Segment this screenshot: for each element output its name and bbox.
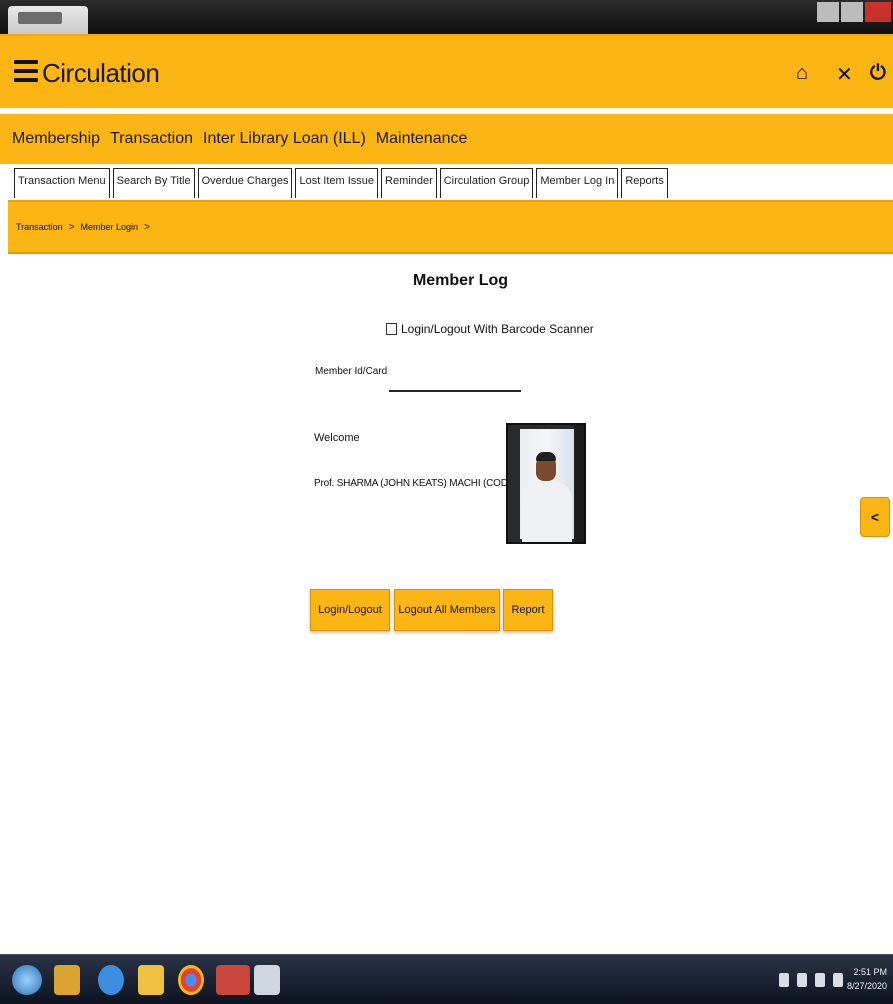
start-icon[interactable] (12, 965, 42, 995)
breadcrumb-separator: > (144, 221, 150, 233)
app-header: Circulation ⌂ ✕ ⏻ (0, 34, 893, 108)
close-icon[interactable]: ✕ (836, 62, 853, 87)
logout-all-members-button[interactable]: Logout All Members (394, 589, 500, 631)
welcome-label: Welcome (314, 432, 360, 444)
browser-title-bar (0, 0, 893, 34)
logout-button[interactable]: Login/Logout (310, 589, 390, 631)
home-icon[interactable]: ⌂ (796, 62, 808, 85)
side-panel-toggle[interactable]: < (860, 497, 890, 537)
page-title: Member Log (412, 272, 509, 289)
breadcrumb-separator: > (68, 221, 75, 233)
app-icon[interactable] (216, 965, 250, 995)
internet-explorer-icon[interactable] (98, 965, 124, 995)
explorer-icon[interactable] (54, 965, 80, 995)
nav-transaction[interactable]: Transaction (110, 130, 193, 148)
app-icon[interactable] (254, 965, 280, 995)
nav-maintenance[interactable]: Maintenance (376, 130, 468, 148)
maximize-icon[interactable] (841, 2, 863, 22)
nav-inter-library-loan[interactable]: Inter Library Loan (ILL) (203, 130, 366, 148)
flag-icon[interactable] (797, 973, 807, 987)
breadcrumb: Transaction > Member Login > (8, 200, 893, 254)
barcode-scanner-checkbox[interactable] (386, 323, 397, 335)
tab-circulation-group[interactable]: Circulation Group (439, 168, 534, 198)
clock-date: 8/27/2020 (846, 981, 887, 991)
menu-icon[interactable] (14, 60, 38, 82)
window-close-icon[interactable] (865, 2, 891, 22)
tab-transaction-menu[interactable]: Transaction Menu (14, 168, 110, 198)
tab-reports[interactable]: Reports (621, 168, 668, 198)
clock[interactable]: 2:51 PM 8/27/2020 (847, 965, 887, 993)
tray-arrow-icon[interactable] (779, 973, 789, 987)
tab-reminder[interactable]: Reminder (381, 168, 437, 198)
nav-membership[interactable]: Membership (12, 130, 100, 148)
sub-tabs: Transaction Menu Search By Title Overdue… (14, 168, 668, 198)
member-id-label: Member Id/Card (315, 366, 388, 377)
member-name: Prof. SHARMA (JOHN KEATS) MACHI (CODE) (314, 478, 518, 489)
browser-tab[interactable] (8, 6, 88, 34)
barcode-scanner-option[interactable]: Login/Logout With Barcode Scanner (386, 322, 594, 336)
chrome-icon[interactable] (178, 965, 204, 995)
tab-lost-item-issue[interactable]: Lost Item Issue (295, 168, 379, 198)
system-tray (779, 973, 843, 987)
minimize-icon[interactable] (817, 2, 839, 22)
tab-member-log-in[interactable]: Member Log In (536, 168, 619, 198)
member-id-input[interactable] (389, 374, 521, 392)
clock-time: 2:51 PM (853, 967, 887, 977)
volume-icon[interactable] (833, 973, 843, 987)
main-nav: Membership Transaction Inter Library Loa… (0, 114, 893, 164)
window-controls (817, 2, 891, 22)
tab-overdue-charges[interactable]: Overdue Charges (197, 168, 293, 198)
breadcrumb-item-transaction[interactable]: Transaction (16, 222, 63, 232)
report-button[interactable]: Report (503, 589, 553, 631)
folder-icon[interactable] (138, 965, 164, 995)
breadcrumb-item-member-login: Member Login (80, 222, 139, 232)
tab-search-by-title[interactable]: Search By Title (112, 168, 195, 198)
barcode-scanner-label: Login/Logout With Barcode Scanner (401, 322, 594, 336)
power-icon[interactable]: ⏻ (870, 62, 886, 85)
member-photo (506, 423, 586, 544)
taskbar: 2:51 PM 8/27/2020 (0, 954, 893, 1004)
network-icon[interactable] (815, 973, 825, 987)
app-title: Circulation (42, 58, 160, 88)
